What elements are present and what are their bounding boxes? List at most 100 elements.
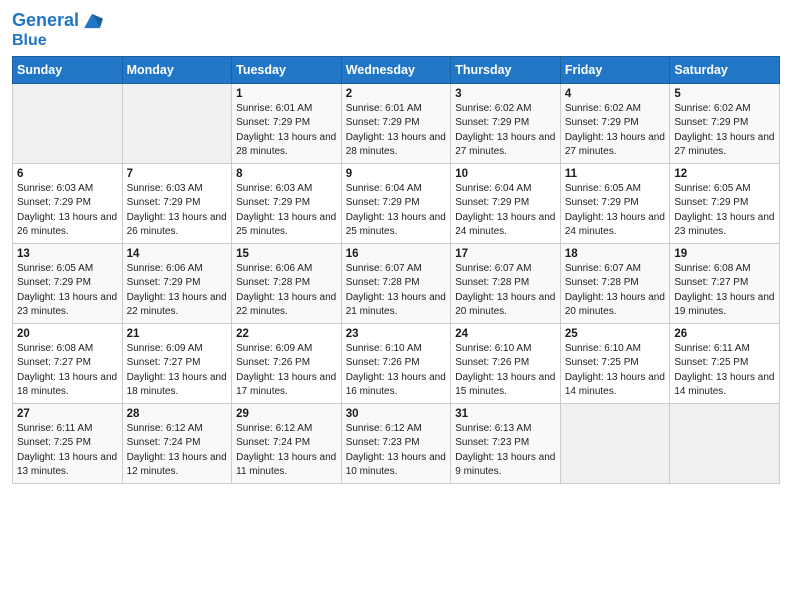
logo: General Blue (12, 10, 103, 50)
day-info: Sunrise: 6:12 AMSunset: 7:24 PMDaylight:… (236, 422, 337, 480)
calendar-cell: 19Sunrise: 6:08 AMSunset: 7:27 PMDayligh… (670, 243, 780, 323)
day-info: Sunrise: 6:09 AMSunset: 7:26 PMDaylight:… (236, 342, 337, 400)
day-info: Sunrise: 6:05 AMSunset: 7:29 PMDaylight:… (17, 262, 118, 320)
day-info: Sunrise: 6:12 AMSunset: 7:24 PMDaylight:… (127, 422, 228, 480)
day-info: Sunrise: 6:06 AMSunset: 7:29 PMDaylight:… (127, 262, 228, 320)
day-number: 8 (236, 168, 337, 180)
calendar-cell: 17 Sunrise: 6:07 AMSunset: 7:28 PMDayligh… (451, 243, 561, 323)
week-row-1: 1 Sunrise: 6:01 AMSunset: 7:29 PMDaylight… (13, 83, 780, 163)
logo-text-general: General (12, 11, 79, 31)
day-number: 21 (127, 328, 228, 340)
day-number: 20 (17, 328, 118, 340)
calendar-cell: 14 Sunrise: 6:06 AMSunset: 7:29 PMDayligh… (122, 243, 232, 323)
calendar-cell: 13 Sunrise: 6:05 AMSunset: 7:29 PMDayligh… (13, 243, 123, 323)
day-number: 30 (346, 408, 447, 420)
day-info: Sunrise: 6:03 AMSunset: 7:29 PMDaylight:… (17, 182, 118, 240)
page-container: General Blue SundayMondayTuesdayWednesda… (0, 0, 792, 492)
day-number: 11 (565, 168, 666, 180)
day-info: Sunrise: 6:03 AMSunset: 7:29 PMDaylight:… (236, 182, 337, 240)
day-info: Sunrise: 6:06 AMSunset: 7:28 PMDaylight:… (236, 262, 337, 320)
day-info: Sunrise: 6:01 AMSunset: 7:29 PMDaylight:… (236, 102, 337, 160)
week-row-2: 6 Sunrise: 6:03 AMSunset: 7:29 PMDaylight… (13, 163, 780, 243)
day-info: Sunrise: 6:07 AMSunset: 7:28 PMDaylight:… (565, 262, 666, 320)
day-info: Sunrise: 6:02 AMSunset: 7:29 PMDaylight:… (674, 102, 775, 160)
day-number: 29 (236, 408, 337, 420)
calendar-cell: 18 Sunrise: 6:07 AMSunset: 7:28 PMDayligh… (560, 243, 670, 323)
day-info: Sunrise: 6:09 AMSunset: 7:27 PMDaylight:… (127, 342, 228, 400)
day-number: 19 (674, 248, 775, 260)
day-info: Sunrise: 6:05 AMSunset: 7:29 PMDaylight:… (565, 182, 666, 240)
weekday-header-thursday: Thursday (451, 56, 561, 83)
calendar-cell: 25Sunrise: 6:10 AMSunset: 7:25 PMDayligh… (560, 323, 670, 403)
calendar-cell (560, 403, 670, 483)
day-info: Sunrise: 6:02 AMSunset: 7:29 PMDaylight:… (565, 102, 666, 160)
day-number: 2 (346, 88, 447, 100)
day-info: Sunrise: 6:07 AMSunset: 7:28 PMDaylight:… (346, 262, 447, 320)
weekday-header-tuesday: Tuesday (232, 56, 342, 83)
calendar-cell (670, 403, 780, 483)
day-info: Sunrise: 6:10 AMSunset: 7:26 PMDaylight:… (346, 342, 447, 400)
day-number: 14 (127, 248, 228, 260)
header: General Blue (12, 10, 780, 50)
calendar-cell: 5 Sunrise: 6:02 AMSunset: 7:29 PMDaylight… (670, 83, 780, 163)
calendar-cell: 11 Sunrise: 6:05 AMSunset: 7:29 PMDayligh… (560, 163, 670, 243)
calendar-cell: 6 Sunrise: 6:03 AMSunset: 7:29 PMDaylight… (13, 163, 123, 243)
calendar-cell: 12 Sunrise: 6:05 AMSunset: 7:29 PMDayligh… (670, 163, 780, 243)
calendar-cell: 8 Sunrise: 6:03 AMSunset: 7:29 PMDaylight… (232, 163, 342, 243)
day-number: 26 (674, 328, 775, 340)
day-number: 3 (455, 88, 556, 100)
calendar-cell (122, 83, 232, 163)
week-row-5: 27Sunrise: 6:11 AMSunset: 7:25 PMDayligh… (13, 403, 780, 483)
day-number: 18 (565, 248, 666, 260)
logo-text-blue: Blue (12, 32, 47, 50)
calendar-cell: 7Sunrise: 6:03 AMSunset: 7:29 PMDaylight… (122, 163, 232, 243)
calendar-cell: 23 Sunrise: 6:10 AMSunset: 7:26 PMDayligh… (341, 323, 451, 403)
day-number: 15 (236, 248, 337, 260)
day-number: 17 (455, 248, 556, 260)
calendar-cell: 26 Sunrise: 6:11 AMSunset: 7:25 PMDayligh… (670, 323, 780, 403)
day-info: Sunrise: 6:11 AMSunset: 7:25 PMDaylight:… (17, 422, 118, 480)
weekday-header-row: SundayMondayTuesdayWednesdayThursdayFrid… (13, 56, 780, 83)
day-info: Sunrise: 6:11 AMSunset: 7:25 PMDaylight:… (674, 342, 775, 400)
week-row-4: 20 Sunrise: 6:08 AMSunset: 7:27 PMDayligh… (13, 323, 780, 403)
day-info: Sunrise: 6:01 AMSunset: 7:29 PMDaylight:… (346, 102, 447, 160)
calendar-cell: 4 Sunrise: 6:02 AMSunset: 7:29 PMDaylight… (560, 83, 670, 163)
calendar-cell: 22 Sunrise: 6:09 AMSunset: 7:26 PMDayligh… (232, 323, 342, 403)
day-number: 9 (346, 168, 447, 180)
day-number: 16 (346, 248, 447, 260)
day-number: 23 (346, 328, 447, 340)
day-number: 31 (455, 408, 556, 420)
calendar-cell: 27Sunrise: 6:11 AMSunset: 7:25 PMDayligh… (13, 403, 123, 483)
calendar-cell: 3 Sunrise: 6:02 AMSunset: 7:29 PMDaylight… (451, 83, 561, 163)
weekday-header-saturday: Saturday (670, 56, 780, 83)
day-info: Sunrise: 6:08 AMSunset: 7:27 PMDaylight:… (17, 342, 118, 400)
day-number: 6 (17, 168, 118, 180)
calendar-cell: 9Sunrise: 6:04 AMSunset: 7:29 PMDaylight… (341, 163, 451, 243)
calendar-cell: 15 Sunrise: 6:06 AMSunset: 7:28 PMDayligh… (232, 243, 342, 323)
day-info: Sunrise: 6:12 AMSunset: 7:23 PMDaylight:… (346, 422, 447, 480)
day-number: 4 (565, 88, 666, 100)
calendar-cell: 16 Sunrise: 6:07 AMSunset: 7:28 PMDayligh… (341, 243, 451, 323)
day-info: Sunrise: 6:10 AMSunset: 7:26 PMDaylight:… (455, 342, 556, 400)
day-info: Sunrise: 6:02 AMSunset: 7:29 PMDaylight:… (455, 102, 556, 160)
day-number: 12 (674, 168, 775, 180)
calendar-cell (13, 83, 123, 163)
day-number: 1 (236, 88, 337, 100)
day-number: 13 (17, 248, 118, 260)
day-number: 28 (127, 408, 228, 420)
day-number: 22 (236, 328, 337, 340)
day-info: Sunrise: 6:03 AMSunset: 7:29 PMDaylight:… (127, 182, 228, 240)
weekday-header-sunday: Sunday (13, 56, 123, 83)
calendar-cell: 31 Sunrise: 6:13 AMSunset: 7:23 PMDayligh… (451, 403, 561, 483)
day-info: Sunrise: 6:07 AMSunset: 7:28 PMDaylight:… (455, 262, 556, 320)
calendar-cell: 10Sunrise: 6:04 AMSunset: 7:29 PMDayligh… (451, 163, 561, 243)
week-row-3: 13 Sunrise: 6:05 AMSunset: 7:29 PMDayligh… (13, 243, 780, 323)
day-number: 5 (674, 88, 775, 100)
day-info: Sunrise: 6:13 AMSunset: 7:23 PMDaylight:… (455, 422, 556, 480)
day-info: Sunrise: 6:05 AMSunset: 7:29 PMDaylight:… (674, 182, 775, 240)
calendar-cell: 20 Sunrise: 6:08 AMSunset: 7:27 PMDayligh… (13, 323, 123, 403)
calendar-cell: 28 Sunrise: 6:12 AMSunset: 7:24 PMDayligh… (122, 403, 232, 483)
weekday-header-friday: Friday (560, 56, 670, 83)
calendar-table: SundayMondayTuesdayWednesdayThursdayFrid… (12, 56, 780, 484)
day-info: Sunrise: 6:04 AMSunset: 7:29 PMDaylight:… (455, 182, 556, 240)
